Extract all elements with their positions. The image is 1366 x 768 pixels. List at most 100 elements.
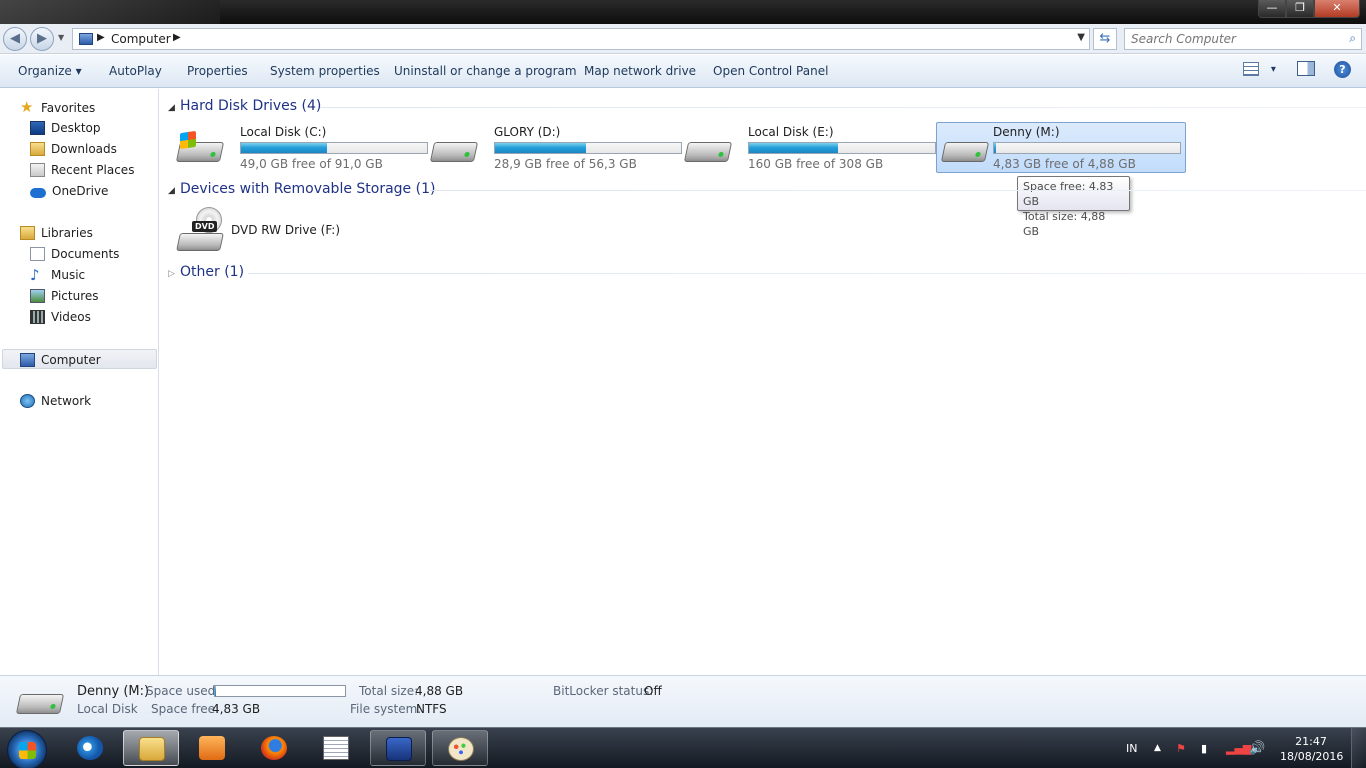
address-bar[interactable]: ▶ Computer ▶ ▼ bbox=[72, 28, 1090, 50]
nav-music[interactable]: ♪ Music bbox=[30, 265, 85, 285]
music-note-icon: ♪ bbox=[30, 266, 40, 284]
breadcrumb-chevron-icon[interactable]: ▶ bbox=[97, 32, 105, 43]
drive-local-disk-c[interactable]: Local Disk (C:) 49,0 GB free of 91,0 GB bbox=[170, 122, 428, 173]
computer-icon bbox=[79, 33, 93, 45]
space-free-value: 4,83 GB bbox=[212, 702, 261, 716]
refresh-button[interactable]: ⇆ bbox=[1093, 28, 1117, 50]
file-system-value: NTFS bbox=[416, 702, 447, 716]
group-removable-storage[interactable]: ◢ Devices with Removable Storage (1) bbox=[168, 181, 435, 201]
details-pane: Denny (M:) Local Disk Space used: Space … bbox=[0, 675, 1366, 727]
nav-recent-places[interactable]: Recent Places bbox=[30, 160, 134, 180]
show-hidden-icons-icon[interactable]: ▲ bbox=[1154, 728, 1161, 768]
network-signal-icon[interactable]: ▂▄▆ bbox=[1226, 728, 1251, 768]
total-size-value: 4,88 GB bbox=[415, 684, 464, 698]
taskbar-media-player[interactable] bbox=[184, 730, 240, 766]
preview-pane-button[interactable] bbox=[1297, 61, 1315, 79]
map-network-drive-button[interactable]: Map network drive bbox=[584, 64, 696, 78]
open-control-panel-button[interactable]: Open Control Panel bbox=[713, 64, 828, 78]
help-button[interactable]: ? bbox=[1334, 61, 1351, 78]
nav-computer[interactable]: Computer bbox=[2, 349, 157, 369]
taskbar-firefox[interactable] bbox=[246, 730, 302, 766]
computer-icon bbox=[20, 353, 35, 367]
drive-name: GLORY (D:) bbox=[494, 125, 561, 139]
taskbar: IN ▲ ⚑ ▮ ▂▄▆ 🔊 21:47 18/08/2016 bbox=[0, 727, 1366, 768]
search-box[interactable]: ⌕ bbox=[1124, 28, 1362, 50]
details-drive-type: Local Disk bbox=[77, 702, 138, 716]
drive-local-disk-e[interactable]: Local Disk (E:) 160 GB free of 308 GB bbox=[678, 122, 936, 173]
group-hard-disk-drives[interactable]: ◢ Hard Disk Drives (4) bbox=[168, 98, 321, 118]
close-button[interactable]: ✕ bbox=[1314, 0, 1360, 18]
space-used-label: Space used: bbox=[146, 684, 220, 698]
uninstall-program-button[interactable]: Uninstall or change a program bbox=[394, 64, 577, 78]
dvd-drive-name[interactable]: DVD RW Drive (F:) bbox=[231, 223, 340, 237]
nav-pictures[interactable]: Pictures bbox=[30, 286, 99, 306]
volume-speaker-icon[interactable]: 🔊 bbox=[1249, 728, 1265, 768]
usage-fill bbox=[749, 143, 839, 153]
drive-denny-m[interactable]: Denny (M:) 4,83 GB free of 4,88 GB bbox=[936, 122, 1186, 173]
nav-onedrive[interactable]: OneDrive bbox=[30, 181, 108, 201]
show-desktop-button[interactable] bbox=[1351, 728, 1366, 768]
language-indicator[interactable]: IN bbox=[1126, 728, 1137, 768]
maximize-button[interactable]: ❐ bbox=[1286, 0, 1314, 18]
nav-videos[interactable]: Videos bbox=[30, 307, 91, 327]
taskbar-paint[interactable] bbox=[432, 730, 488, 766]
nav-libraries[interactable]: Libraries bbox=[20, 223, 93, 243]
nav-favorites[interactable]: ★ Favorites bbox=[20, 97, 95, 117]
nav-downloads[interactable]: Downloads bbox=[30, 139, 117, 159]
hard-drive-icon bbox=[429, 134, 479, 164]
drive-free-space: 49,0 GB free of 91,0 GB bbox=[240, 157, 383, 171]
breadcrumb-computer[interactable]: Computer bbox=[111, 32, 171, 46]
start-button[interactable] bbox=[7, 730, 47, 768]
search-input[interactable] bbox=[1131, 29, 1341, 49]
system-drive-icon bbox=[175, 130, 225, 164]
taskbar-windows-explorer[interactable] bbox=[123, 730, 179, 766]
taskbar-notepad[interactable] bbox=[308, 730, 364, 766]
documents-icon bbox=[30, 247, 45, 261]
nav-network[interactable]: Network bbox=[20, 391, 91, 411]
bitlocker-label: BitLocker status: bbox=[553, 684, 654, 698]
firefox-icon bbox=[261, 736, 287, 760]
breadcrumb-chevron-icon[interactable]: ▶ bbox=[173, 32, 181, 43]
power-plug-icon[interactable]: ▮ bbox=[1201, 728, 1207, 768]
nav-documents[interactable]: Documents bbox=[30, 244, 119, 264]
organize-button[interactable]: Organize ▾ bbox=[18, 64, 82, 78]
group-other[interactable]: ▷ Other (1) bbox=[168, 264, 244, 284]
preview-pane-icon bbox=[1297, 61, 1315, 76]
network-globe-icon bbox=[20, 394, 35, 408]
minimize-button[interactable]: — bbox=[1258, 0, 1286, 18]
change-view-button[interactable]: ▾ bbox=[1243, 61, 1276, 76]
drive-name: Local Disk (C:) bbox=[240, 125, 327, 139]
usage-fill bbox=[495, 143, 587, 153]
drive-tooltip: Space free: 4,83 GB Total size: 4,88 GB bbox=[1017, 176, 1130, 238]
taskbar-internet-explorer[interactable] bbox=[62, 730, 118, 766]
properties-button[interactable]: Properties bbox=[187, 64, 248, 78]
taskbar-device-manager[interactable] bbox=[370, 730, 426, 766]
expand-arrow-icon[interactable]: ▷ bbox=[168, 269, 180, 279]
tooltip-space-free: Space free: 4,83 GB bbox=[1023, 180, 1114, 208]
search-icon[interactable]: ⌕ bbox=[1349, 31, 1356, 46]
internet-explorer-icon bbox=[77, 736, 103, 760]
drive-name: Denny (M:) bbox=[993, 125, 1060, 139]
collapse-arrow-icon[interactable]: ◢ bbox=[168, 186, 180, 196]
system-properties-button[interactable]: System properties bbox=[270, 64, 380, 78]
action-center-flag-icon[interactable]: ⚑ bbox=[1176, 728, 1186, 768]
collapse-arrow-icon[interactable]: ◢ bbox=[168, 103, 180, 113]
forward-button[interactable]: ▶ bbox=[30, 27, 54, 51]
back-button[interactable]: ◀ bbox=[3, 27, 27, 51]
system-clock[interactable]: 21:47 18/08/2016 bbox=[1280, 734, 1343, 764]
windows-logo-icon bbox=[19, 742, 36, 759]
autoplay-button[interactable]: AutoPlay bbox=[109, 64, 162, 78]
nav-desktop[interactable]: Desktop bbox=[30, 118, 101, 138]
address-dropdown-icon[interactable]: ▼ bbox=[1077, 32, 1085, 43]
hard-drive-icon bbox=[683, 134, 733, 164]
total-size-label: Total size: bbox=[359, 684, 419, 698]
libraries-icon bbox=[20, 226, 35, 240]
desktop-icon bbox=[30, 121, 45, 135]
drive-glory-d[interactable]: GLORY (D:) 28,9 GB free of 56,3 GB bbox=[424, 122, 682, 173]
recent-pages-dropdown[interactable]: ▼ bbox=[58, 33, 64, 42]
help-icon: ? bbox=[1334, 61, 1351, 78]
dvd-drive-icon[interactable]: DVD bbox=[176, 207, 224, 253]
content-pane: ◢ Hard Disk Drives (4) Local Disk (C:) 49… bbox=[160, 89, 1366, 675]
usage-fill bbox=[241, 143, 327, 153]
onedrive-cloud-icon bbox=[30, 188, 46, 198]
